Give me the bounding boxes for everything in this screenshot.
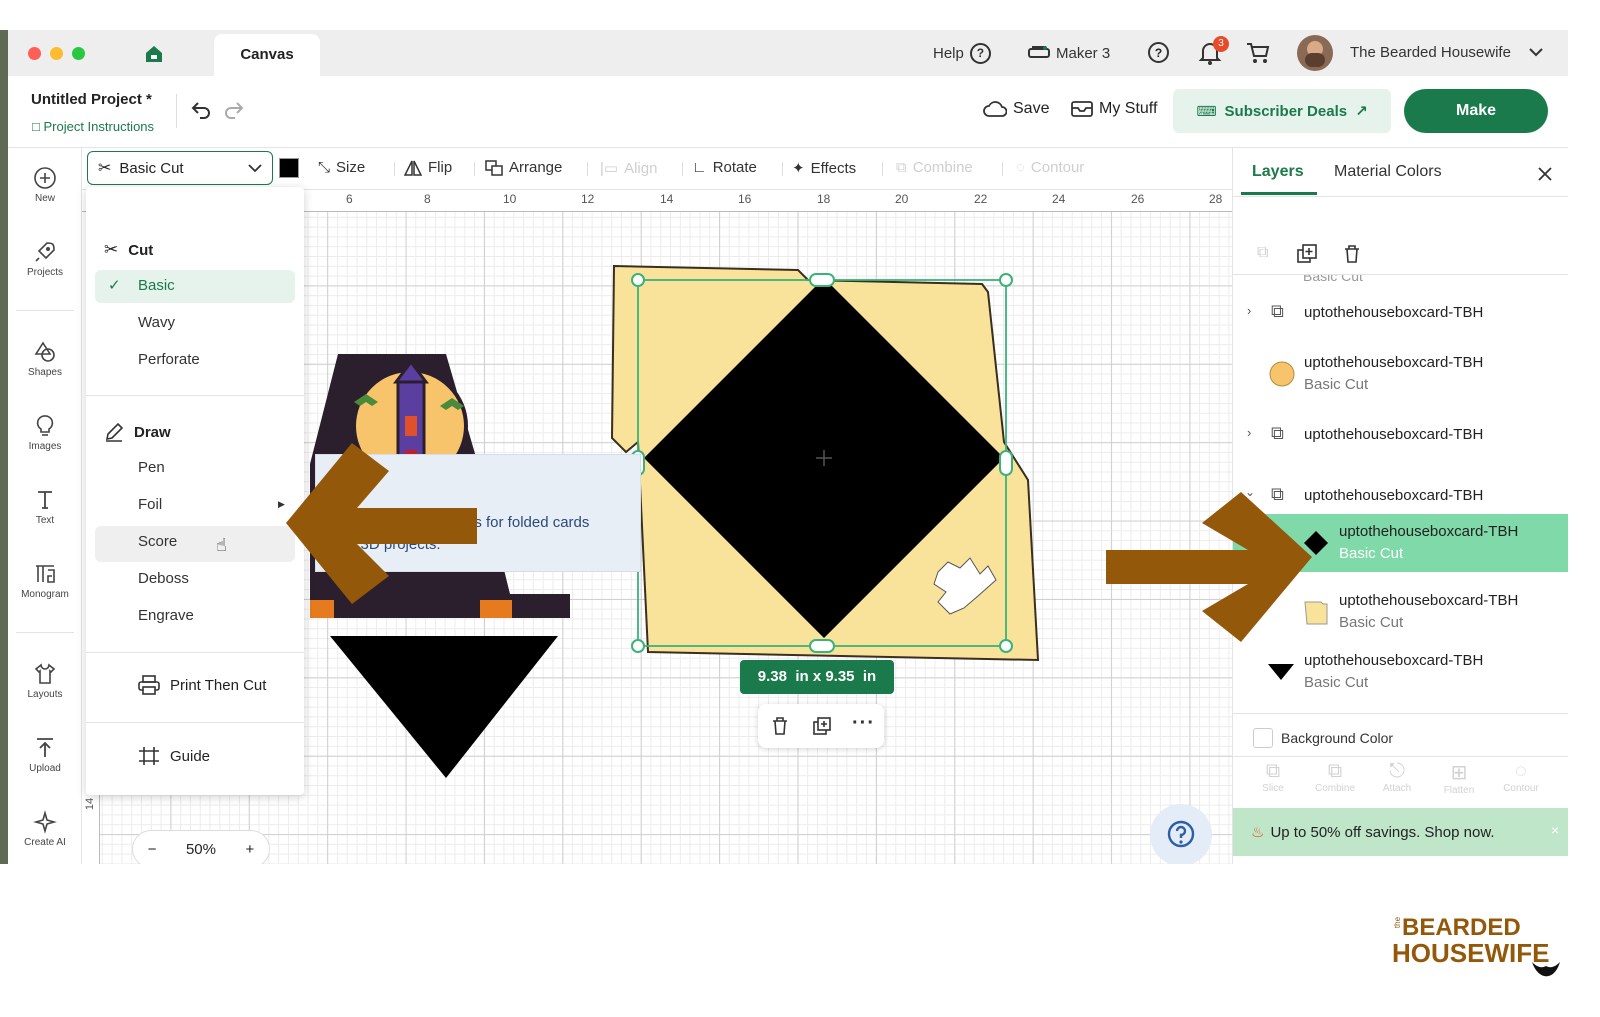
arrow-left <box>286 443 477 604</box>
watermark-logo: the BEARDED HOUSEWIFE <box>1392 914 1562 984</box>
logo-line2: HOUSEWIFE <box>1392 938 1550 968</box>
logo-small-text: the <box>1393 916 1403 929</box>
arrow-right <box>1106 492 1312 642</box>
annotation-arrows <box>286 443 1312 642</box>
beard-icon <box>1532 962 1560 977</box>
